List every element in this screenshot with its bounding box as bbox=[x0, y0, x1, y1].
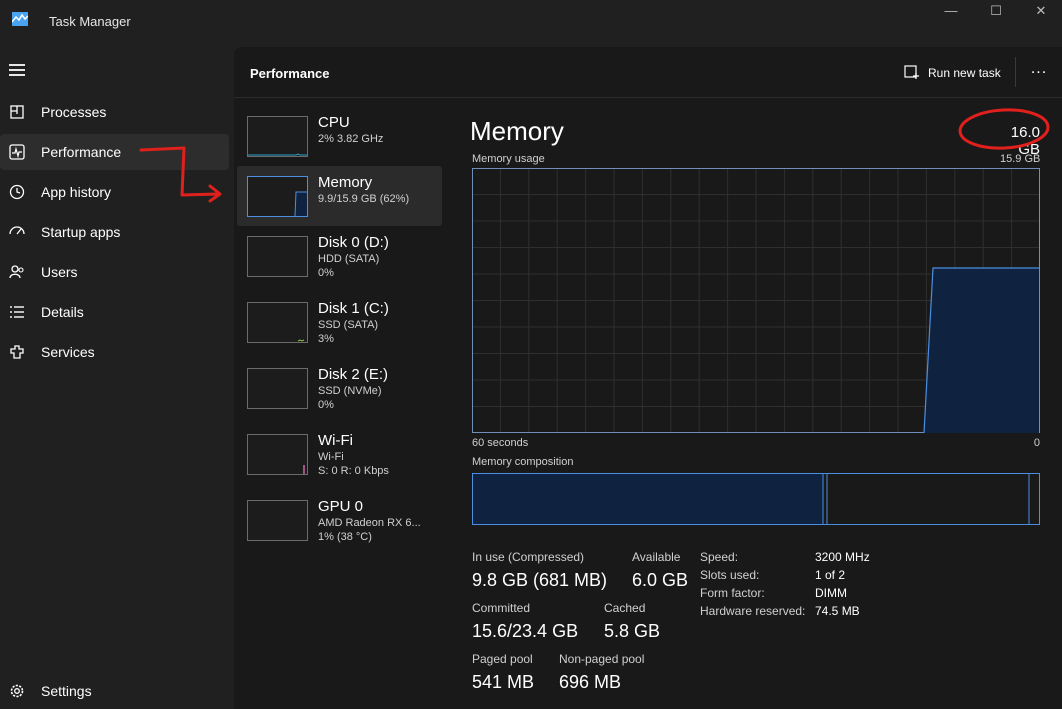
gear-icon bbox=[10, 684, 24, 698]
disk-1-thumbnail bbox=[247, 302, 308, 343]
device-name: GPU 0 bbox=[318, 498, 364, 515]
hardware-reserved-value: 74.5 MB bbox=[815, 604, 860, 618]
sidebar-item-label: Users bbox=[41, 264, 78, 280]
device-disk-1[interactable]: Disk 1 (C:) SSD (SATA) 3% bbox=[237, 292, 442, 352]
device-wifi[interactable]: Wi-Fi Wi-Fi S: 0 R: 0 Kbps bbox=[237, 424, 442, 484]
memory-thumbnail bbox=[247, 176, 308, 217]
maximize-button[interactable]: ☐ bbox=[973, 2, 1019, 20]
memory-title: Memory bbox=[470, 116, 564, 146]
cpu-thumbnail bbox=[247, 116, 308, 157]
device-detail: 2% 3.82 GHz bbox=[318, 133, 384, 145]
sidebar-item-label: Services bbox=[41, 344, 95, 360]
device-detail: AMD Radeon RX 6... bbox=[318, 517, 421, 529]
in-use-value: 9.8 GB (681 MB) bbox=[472, 570, 608, 590]
app-title: Task Manager bbox=[49, 14, 131, 29]
device-detail: 3% bbox=[318, 333, 334, 345]
sidebar-item-services[interactable]: Services bbox=[0, 334, 229, 370]
memory-usage-graph bbox=[472, 168, 1040, 433]
memory-composition-label: Memory composition bbox=[472, 456, 574, 468]
cached-label: Cached bbox=[604, 601, 646, 615]
device-cpu[interactable]: CPU 2% 3.82 GHz bbox=[237, 106, 442, 166]
slots-used-value: 1 of 2 bbox=[815, 568, 846, 582]
device-detail: HDD (SATA) bbox=[318, 253, 380, 265]
title-bar: Task Manager — ☐ ✕ bbox=[0, 0, 1062, 46]
sidebar-item-label: Startup apps bbox=[41, 224, 121, 240]
more-options-button[interactable]: ... bbox=[1028, 61, 1050, 81]
device-detail: 0% bbox=[318, 267, 334, 279]
panel-header: Performance Run new task ... bbox=[234, 47, 1062, 98]
committed-value: 15.6/23.4 GB bbox=[472, 621, 579, 641]
close-button[interactable]: ✕ bbox=[1018, 2, 1062, 20]
run-new-task-label: Run new task bbox=[928, 66, 1001, 80]
performance-panel: Performance Run new task ... CPU 2% 3.82… bbox=[234, 47, 1062, 709]
disk-0-thumbnail bbox=[247, 236, 308, 277]
task-manager-icon bbox=[12, 12, 28, 26]
non-paged-pool-value: 696 MB bbox=[559, 672, 622, 692]
device-detail: SSD (NVMe) bbox=[318, 385, 382, 397]
device-name: CPU bbox=[318, 114, 350, 131]
run-task-icon bbox=[904, 65, 919, 79]
annotation-arrow bbox=[139, 146, 222, 203]
services-icon bbox=[10, 345, 24, 359]
paged-pool-label: Paged pool bbox=[472, 652, 533, 666]
hamburger-menu-icon[interactable] bbox=[9, 64, 25, 76]
sidebar-item-startup-apps[interactable]: Startup apps bbox=[0, 214, 229, 250]
users-icon bbox=[9, 265, 24, 279]
form-factor-label: Form factor: bbox=[700, 586, 765, 600]
device-detail: 0% bbox=[318, 399, 334, 411]
memory-usage-max: 15.9 GB bbox=[1000, 153, 1041, 165]
speed-label: Speed: bbox=[700, 550, 739, 564]
disk-2-thumbnail bbox=[247, 368, 308, 409]
details-icon bbox=[10, 306, 24, 318]
device-name: Wi-Fi bbox=[318, 432, 353, 449]
startup-apps-icon bbox=[9, 226, 25, 235]
sidebar-item-label: Performance bbox=[41, 144, 122, 160]
device-disk-0[interactable]: Disk 0 (D:) HDD (SATA) 0% bbox=[237, 226, 442, 286]
app-history-icon bbox=[9, 184, 25, 200]
device-detail: 1% (38 °C) bbox=[318, 531, 372, 543]
processes-icon bbox=[10, 105, 24, 119]
device-gpu-0[interactable]: GPU 0 AMD Radeon RX 6... 1% (38 °C) bbox=[237, 490, 442, 550]
sidebar-item-settings[interactable]: Settings bbox=[0, 673, 229, 709]
sidebar-item-users[interactable]: Users bbox=[0, 254, 229, 290]
memory-composition-bar bbox=[472, 473, 1040, 525]
device-memory[interactable]: Memory 9.9/15.9 GB (62%) bbox=[237, 166, 442, 226]
gpu-0-thumbnail bbox=[247, 500, 308, 541]
device-name: Memory bbox=[318, 174, 373, 191]
device-detail: SSD (SATA) bbox=[318, 319, 379, 331]
annotation-circle bbox=[958, 108, 1050, 150]
device-detail: 9.9/15.9 GB (62%) bbox=[318, 193, 410, 205]
memory-usage-label: Memory usage bbox=[472, 153, 545, 165]
in-use-label: In use (Compressed) bbox=[472, 550, 585, 564]
sidebar-item-details[interactable]: Details bbox=[0, 294, 229, 330]
sidebar-item-label: Processes bbox=[41, 104, 107, 120]
device-detail: Wi-Fi bbox=[318, 451, 344, 463]
non-paged-pool-label: Non-paged pool bbox=[559, 652, 645, 666]
sidebar-item-label: App history bbox=[41, 184, 112, 200]
device-disk-2[interactable]: Disk 2 (E:) SSD (NVMe) 0% bbox=[237, 358, 442, 418]
sidebar-item-label: Details bbox=[41, 304, 84, 320]
device-name: Disk 2 (E:) bbox=[318, 366, 389, 383]
hardware-reserved-label: Hardware reserved: bbox=[700, 604, 806, 618]
minimize-button[interactable]: — bbox=[928, 2, 974, 20]
speed-value: 3200 MHz bbox=[815, 550, 870, 564]
committed-label: Committed bbox=[472, 601, 531, 615]
wifi-thumbnail bbox=[247, 434, 308, 475]
graph-axis-left: 60 seconds bbox=[472, 437, 529, 449]
device-detail: S: 0 R: 0 Kbps bbox=[318, 465, 389, 477]
header-divider bbox=[1015, 57, 1016, 87]
paged-pool-value: 541 MB bbox=[472, 672, 535, 692]
performance-icon bbox=[9, 144, 25, 160]
sidebar-item-label: Settings bbox=[41, 683, 92, 699]
cached-value: 5.8 GB bbox=[604, 621, 661, 641]
device-name: Disk 1 (C:) bbox=[318, 300, 389, 317]
available-value: 6.0 GB bbox=[632, 570, 689, 590]
device-name: Disk 0 (D:) bbox=[318, 234, 389, 251]
form-factor-value: DIMM bbox=[815, 586, 847, 600]
available-label: Available bbox=[632, 550, 681, 564]
slots-used-label: Slots used: bbox=[700, 568, 760, 582]
graph-axis-right: 0 bbox=[1033, 437, 1040, 449]
page-title: Performance bbox=[250, 66, 330, 81]
sidebar-item-processes[interactable]: Processes bbox=[0, 94, 229, 130]
